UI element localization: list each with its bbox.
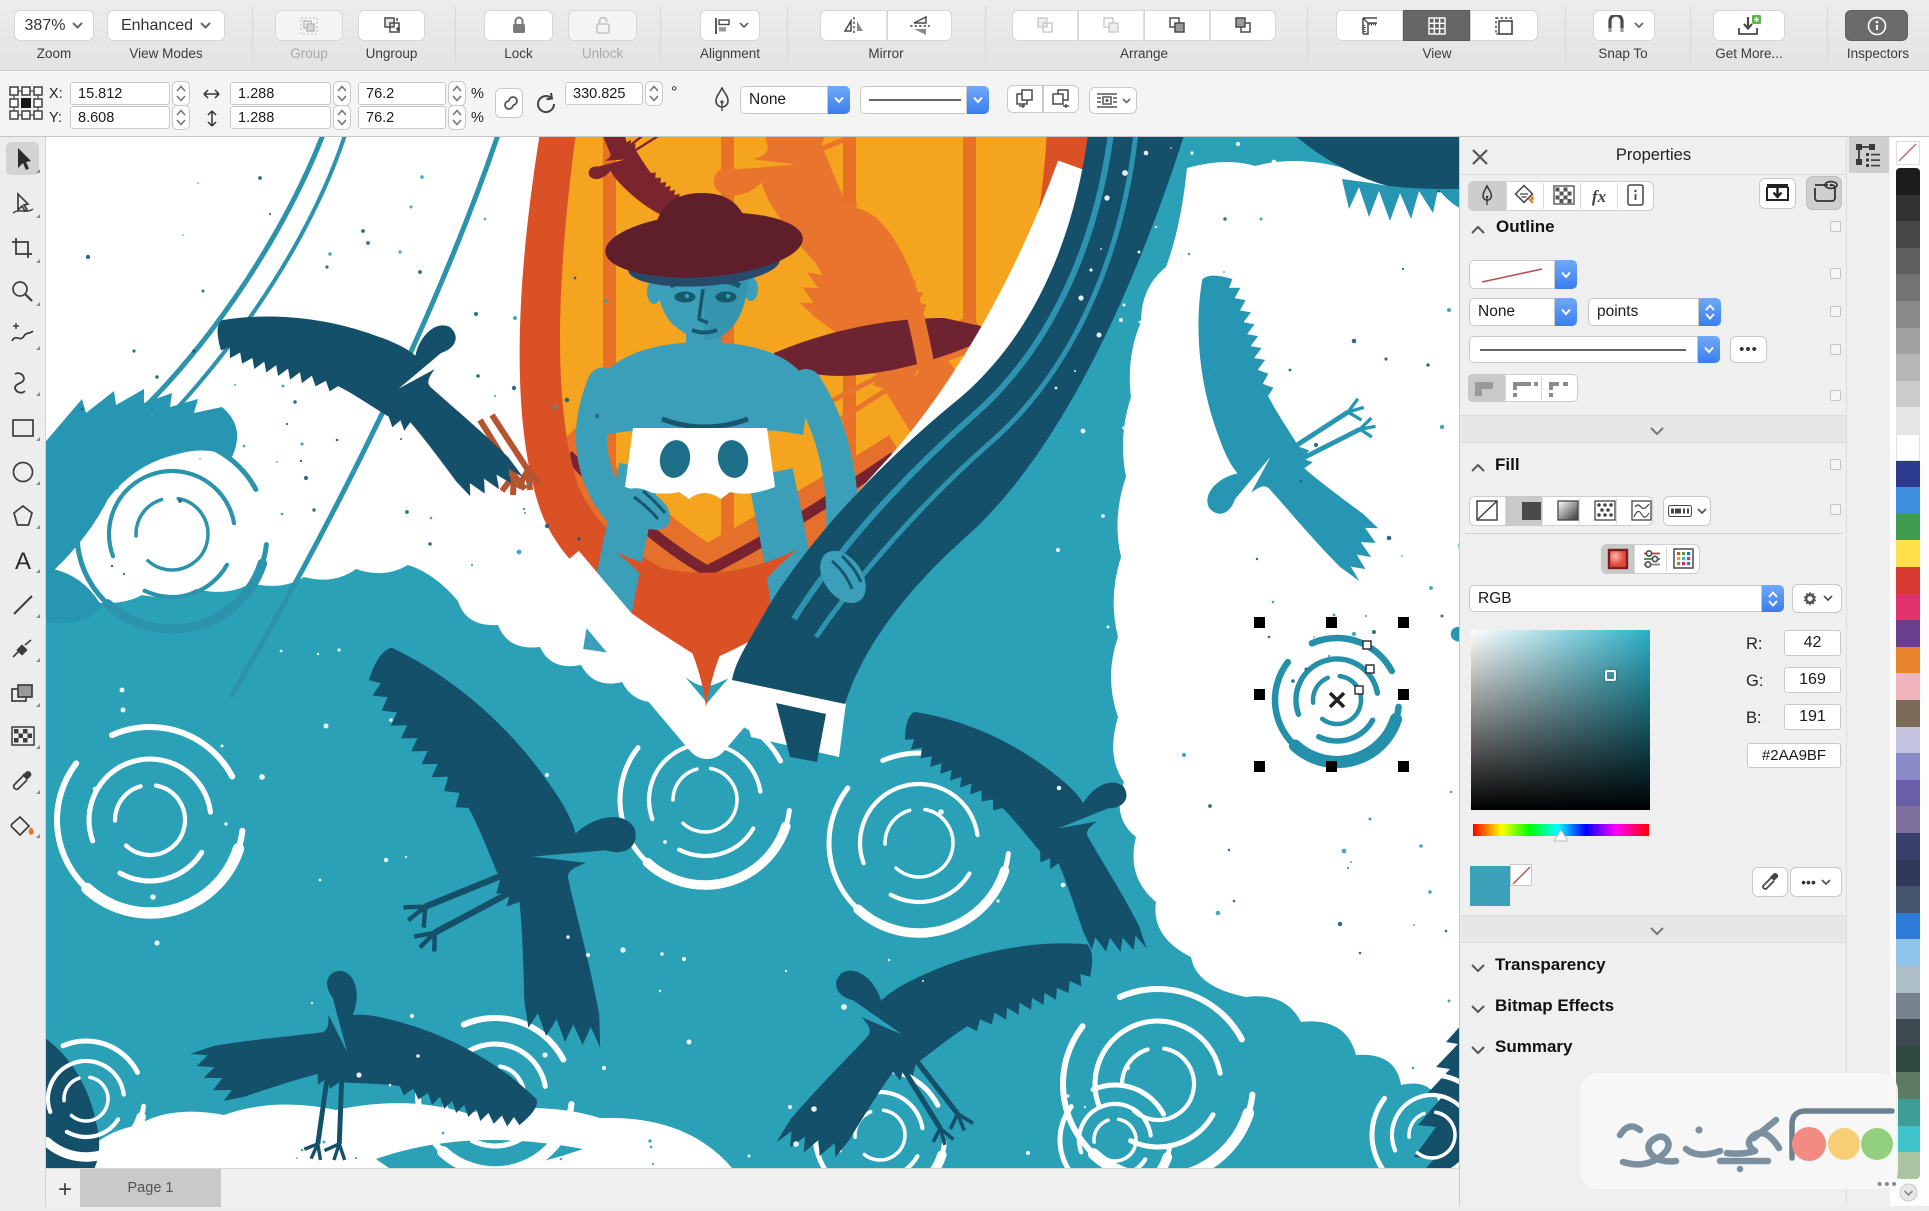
svg-text:fx: fx bbox=[1592, 187, 1607, 206]
svg-text:A: A bbox=[15, 548, 31, 575]
